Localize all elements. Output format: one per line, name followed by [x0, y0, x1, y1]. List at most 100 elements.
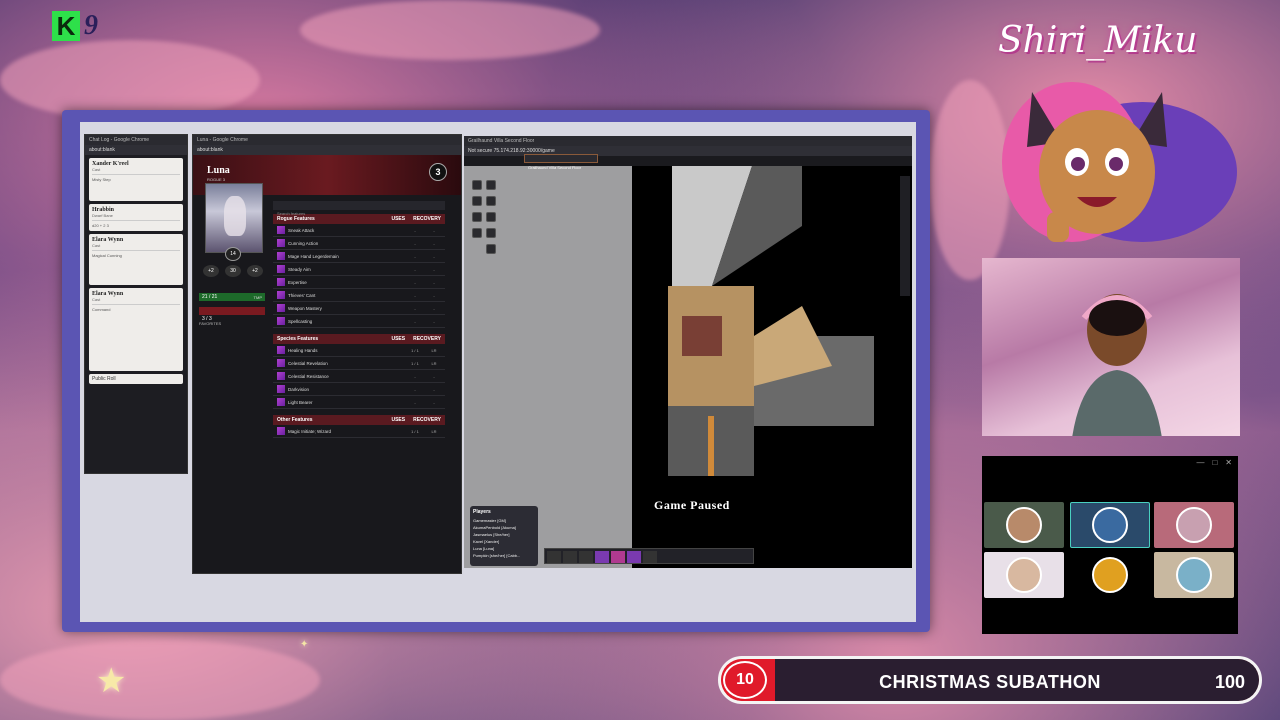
sheet-window-title: Luna - Google Chrome: [197, 137, 248, 143]
channel-logo: K 9: [52, 10, 98, 42]
feature-icon: [277, 346, 285, 354]
target-icon[interactable]: [486, 180, 496, 190]
chat-window-title: Chat Log - Google Chrome: [89, 137, 150, 143]
star-decoration: ✦: [300, 639, 309, 650]
lighting-icon[interactable]: [472, 228, 482, 238]
feature-recovery: -: [433, 318, 435, 324]
hotbar-slot[interactable]: [547, 551, 561, 563]
feature-recovery: -: [433, 373, 435, 379]
hotbar-slot[interactable]: [611, 551, 625, 563]
feature-uses: 1 / 1: [411, 428, 419, 434]
feature-uses: -: [414, 305, 416, 311]
webcam-feed: [982, 258, 1240, 436]
chat-speaker-sub: Cast: [92, 167, 101, 172]
favorites-label[interactable]: FAVORITES: [199, 321, 221, 326]
feature-icon: [277, 398, 285, 406]
drawing-icon[interactable]: [472, 212, 482, 222]
feature-uses: -: [414, 318, 416, 324]
feature-uses: -: [414, 253, 416, 259]
maximize-icon[interactable]: □: [1212, 458, 1217, 467]
scene-name: Grailhaund Villa Second Floor: [528, 165, 582, 170]
desktop-capture: Chat Log - Google Chrome about:blank Xan…: [80, 122, 916, 622]
participant-tile[interactable]: [1070, 552, 1150, 598]
character-portrait[interactable]: [205, 183, 263, 253]
hotbar-slot[interactable]: [579, 551, 593, 563]
feature-row[interactable]: Steady Aim - -: [273, 263, 445, 276]
feature-row[interactable]: Thieves' Cant - -: [273, 289, 445, 302]
chat-speaker-sub: Dwarf Bane: [92, 213, 113, 218]
chat-titlebar: Chat Log - Google Chrome: [85, 135, 187, 145]
features-search[interactable]: Search features: [273, 201, 445, 216]
feature-row[interactable]: Healing Hands 1 / 1 LR: [273, 344, 445, 357]
voice-call-panel: — □ ✕: [982, 456, 1238, 634]
sheet-urlbar[interactable]: about:blank: [193, 145, 461, 155]
feature-icon: [277, 226, 285, 234]
participant-tile[interactable]: [1154, 552, 1234, 598]
feature-row[interactable]: Celestial Resistance - -: [273, 370, 445, 383]
feature-row[interactable]: Spellcasting - -: [273, 315, 445, 328]
scene-navigation[interactable]: Grailhaund Villa Second Floor: [524, 154, 598, 170]
sidebar-tabs[interactable]: [900, 176, 910, 296]
feature-name: Light Bearer: [288, 399, 313, 405]
tiles-icon[interactable]: [486, 196, 496, 206]
feature-row[interactable]: Darkvision - -: [273, 383, 445, 396]
hit-dice-bar[interactable]: 3 / 3: [199, 307, 265, 322]
feature-row[interactable]: Mage Hand Legerdemain - -: [273, 250, 445, 263]
temp-hp: TMP: [253, 294, 262, 300]
feature-row[interactable]: Sneak Attack - -: [273, 224, 445, 237]
participant-tile[interactable]: [984, 552, 1064, 598]
feature-recovery: -: [433, 399, 435, 405]
sheet-url: about:blank: [197, 147, 223, 153]
hotbar-slot[interactable]: [627, 551, 641, 563]
feature-name: Expertise: [288, 279, 307, 285]
cloud: [0, 640, 320, 720]
sounds-icon[interactable]: [486, 228, 496, 238]
players-title[interactable]: Players: [473, 509, 535, 515]
feature-icon: [277, 317, 285, 325]
feature-recovery: LR: [431, 347, 437, 353]
feature-recovery: -: [433, 266, 435, 272]
feature-row[interactable]: Celestial Revelation 1 / 1 LR: [273, 357, 445, 370]
feature-uses: -: [414, 266, 416, 272]
feature-row[interactable]: Weapon Mastery - -: [273, 302, 445, 315]
capture-frame: Chat Log - Google Chrome about:blank Xan…: [62, 110, 930, 632]
feature-uses: -: [414, 279, 416, 285]
walls-icon[interactable]: [486, 212, 496, 222]
feature-icon: [277, 291, 285, 299]
hp-bar[interactable]: 21 / 21 TMP: [199, 293, 265, 301]
sheet-titlebar: Luna - Google Chrome: [193, 135, 461, 145]
feature-row[interactable]: Magic Initiate; Wizard 1 / 1 LR: [273, 425, 445, 438]
recovery-column-label: RECOVERY: [413, 417, 441, 423]
feature-icon: [277, 252, 285, 260]
feature-row[interactable]: Expertise - -: [273, 276, 445, 289]
macro-hotbar[interactable]: [544, 548, 754, 564]
participant-tile[interactable]: [1070, 502, 1150, 548]
notes-icon[interactable]: [486, 244, 496, 254]
feature-recovery: -: [433, 253, 435, 259]
player-entry: Jasmaelus [She/her]: [473, 532, 510, 537]
hotbar-slot[interactable]: [595, 551, 609, 563]
roll-mode-select[interactable]: Public Roll: [89, 374, 183, 384]
game-titlebar: Grailhaund Villa Second Floor: [464, 136, 912, 146]
feature-recovery: -: [433, 227, 435, 233]
measure-icon[interactable]: [472, 196, 482, 206]
feature-name: Healing Hands: [288, 347, 318, 353]
minimize-icon[interactable]: —: [1196, 458, 1204, 467]
feature-row[interactable]: Cunning Action - -: [273, 237, 445, 250]
section-title: Species Features: [277, 336, 319, 342]
chat-message: Elara Wynn Cast Magical Cunning: [89, 234, 183, 285]
feature-recovery: -: [433, 305, 435, 311]
participant-tile[interactable]: [984, 502, 1064, 548]
chat-urlbar[interactable]: about:blank: [85, 145, 187, 155]
hotbar-slot[interactable]: [563, 551, 577, 563]
character-name: Luna: [207, 165, 230, 176]
chat-log-window: Chat Log - Google Chrome about:blank Xan…: [84, 134, 188, 474]
participant-tile[interactable]: [1154, 502, 1234, 548]
feature-recovery: -: [433, 279, 435, 285]
token-controls-icon[interactable]: [472, 180, 482, 190]
feature-row[interactable]: Light Bearer - -: [273, 396, 445, 409]
hotbar-slot[interactable]: [643, 551, 657, 563]
subathon-title: CHRISTMAS SUBATHON: [879, 672, 1101, 692]
close-icon[interactable]: ✕: [1225, 458, 1232, 467]
section-columns: USES RECOVERY: [391, 216, 441, 222]
